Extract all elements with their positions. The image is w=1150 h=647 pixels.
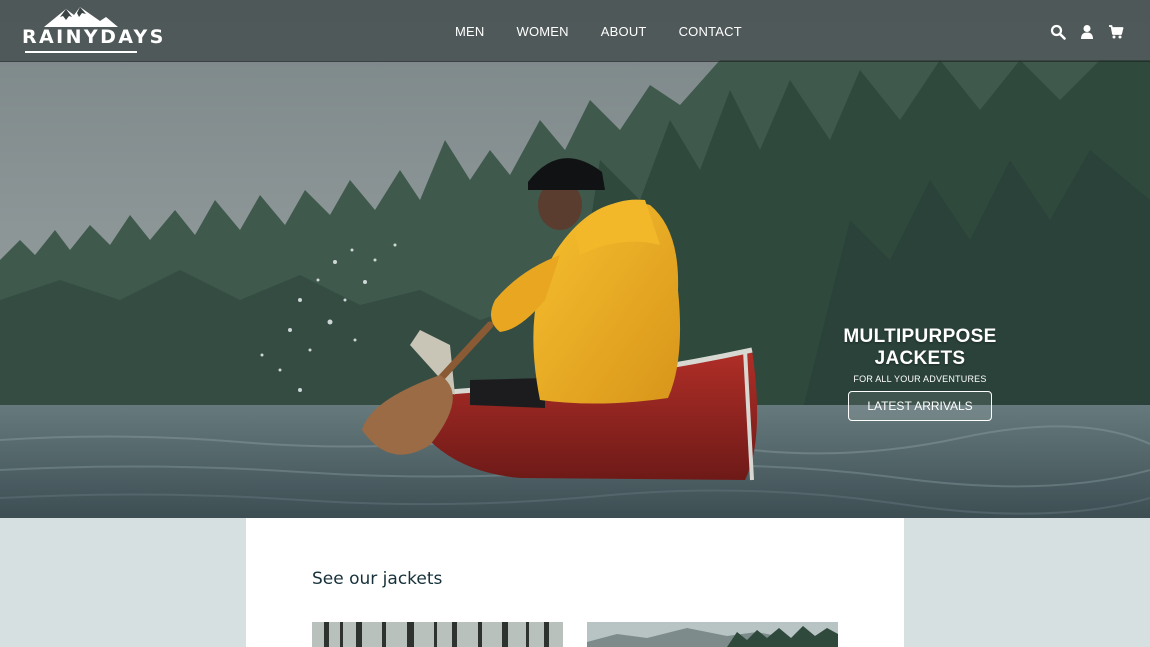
section-title: See our jackets <box>312 569 443 589</box>
logo-text: RAINYDAYS <box>22 26 166 48</box>
nav-link-women[interactable]: WOMEN <box>517 24 569 39</box>
latest-arrivals-button[interactable]: LATEST ARRIVALS <box>848 391 992 421</box>
logo-underline <box>25 51 137 53</box>
jacket-card[interactable] <box>312 622 563 647</box>
lake-mountains-photo <box>587 622 838 647</box>
main-menu: MEN WOMEN ABOUT CONTACT <box>455 24 774 39</box>
rainydays-logo[interactable]: RAINYDAYS <box>22 4 166 56</box>
hero-subtitle: FOR ALL YOUR ADVENTURES <box>853 374 987 384</box>
forest-trees-photo <box>312 622 563 647</box>
cart-icon[interactable] <box>1108 24 1124 40</box>
user-icon[interactable] <box>1079 24 1095 40</box>
top-navigation: RAINYDAYS MEN WOMEN ABOUT CONTACT <box>0 0 1150 62</box>
nav-icon-group <box>1037 24 1124 40</box>
mountain-logo-icon <box>44 7 118 27</box>
search-icon[interactable] <box>1050 24 1066 40</box>
nav-link-about[interactable]: ABOUT <box>601 24 647 39</box>
hero-image <box>0 0 1150 518</box>
nav-link-men[interactable]: MEN <box>455 24 485 39</box>
hero-call-to-action: MULTIPURPOSE JACKETS FOR ALL YOUR ADVENT… <box>802 326 1038 421</box>
hero-title: MULTIPURPOSE JACKETS <box>843 326 997 369</box>
jacket-card[interactable] <box>587 622 838 647</box>
main-content: See our jackets <box>246 518 904 647</box>
nav-link-contact[interactable]: CONTACT <box>679 24 742 39</box>
hero-banner: RAINYDAYS MEN WOMEN ABOUT CONTACT MULTIP… <box>0 0 1150 518</box>
